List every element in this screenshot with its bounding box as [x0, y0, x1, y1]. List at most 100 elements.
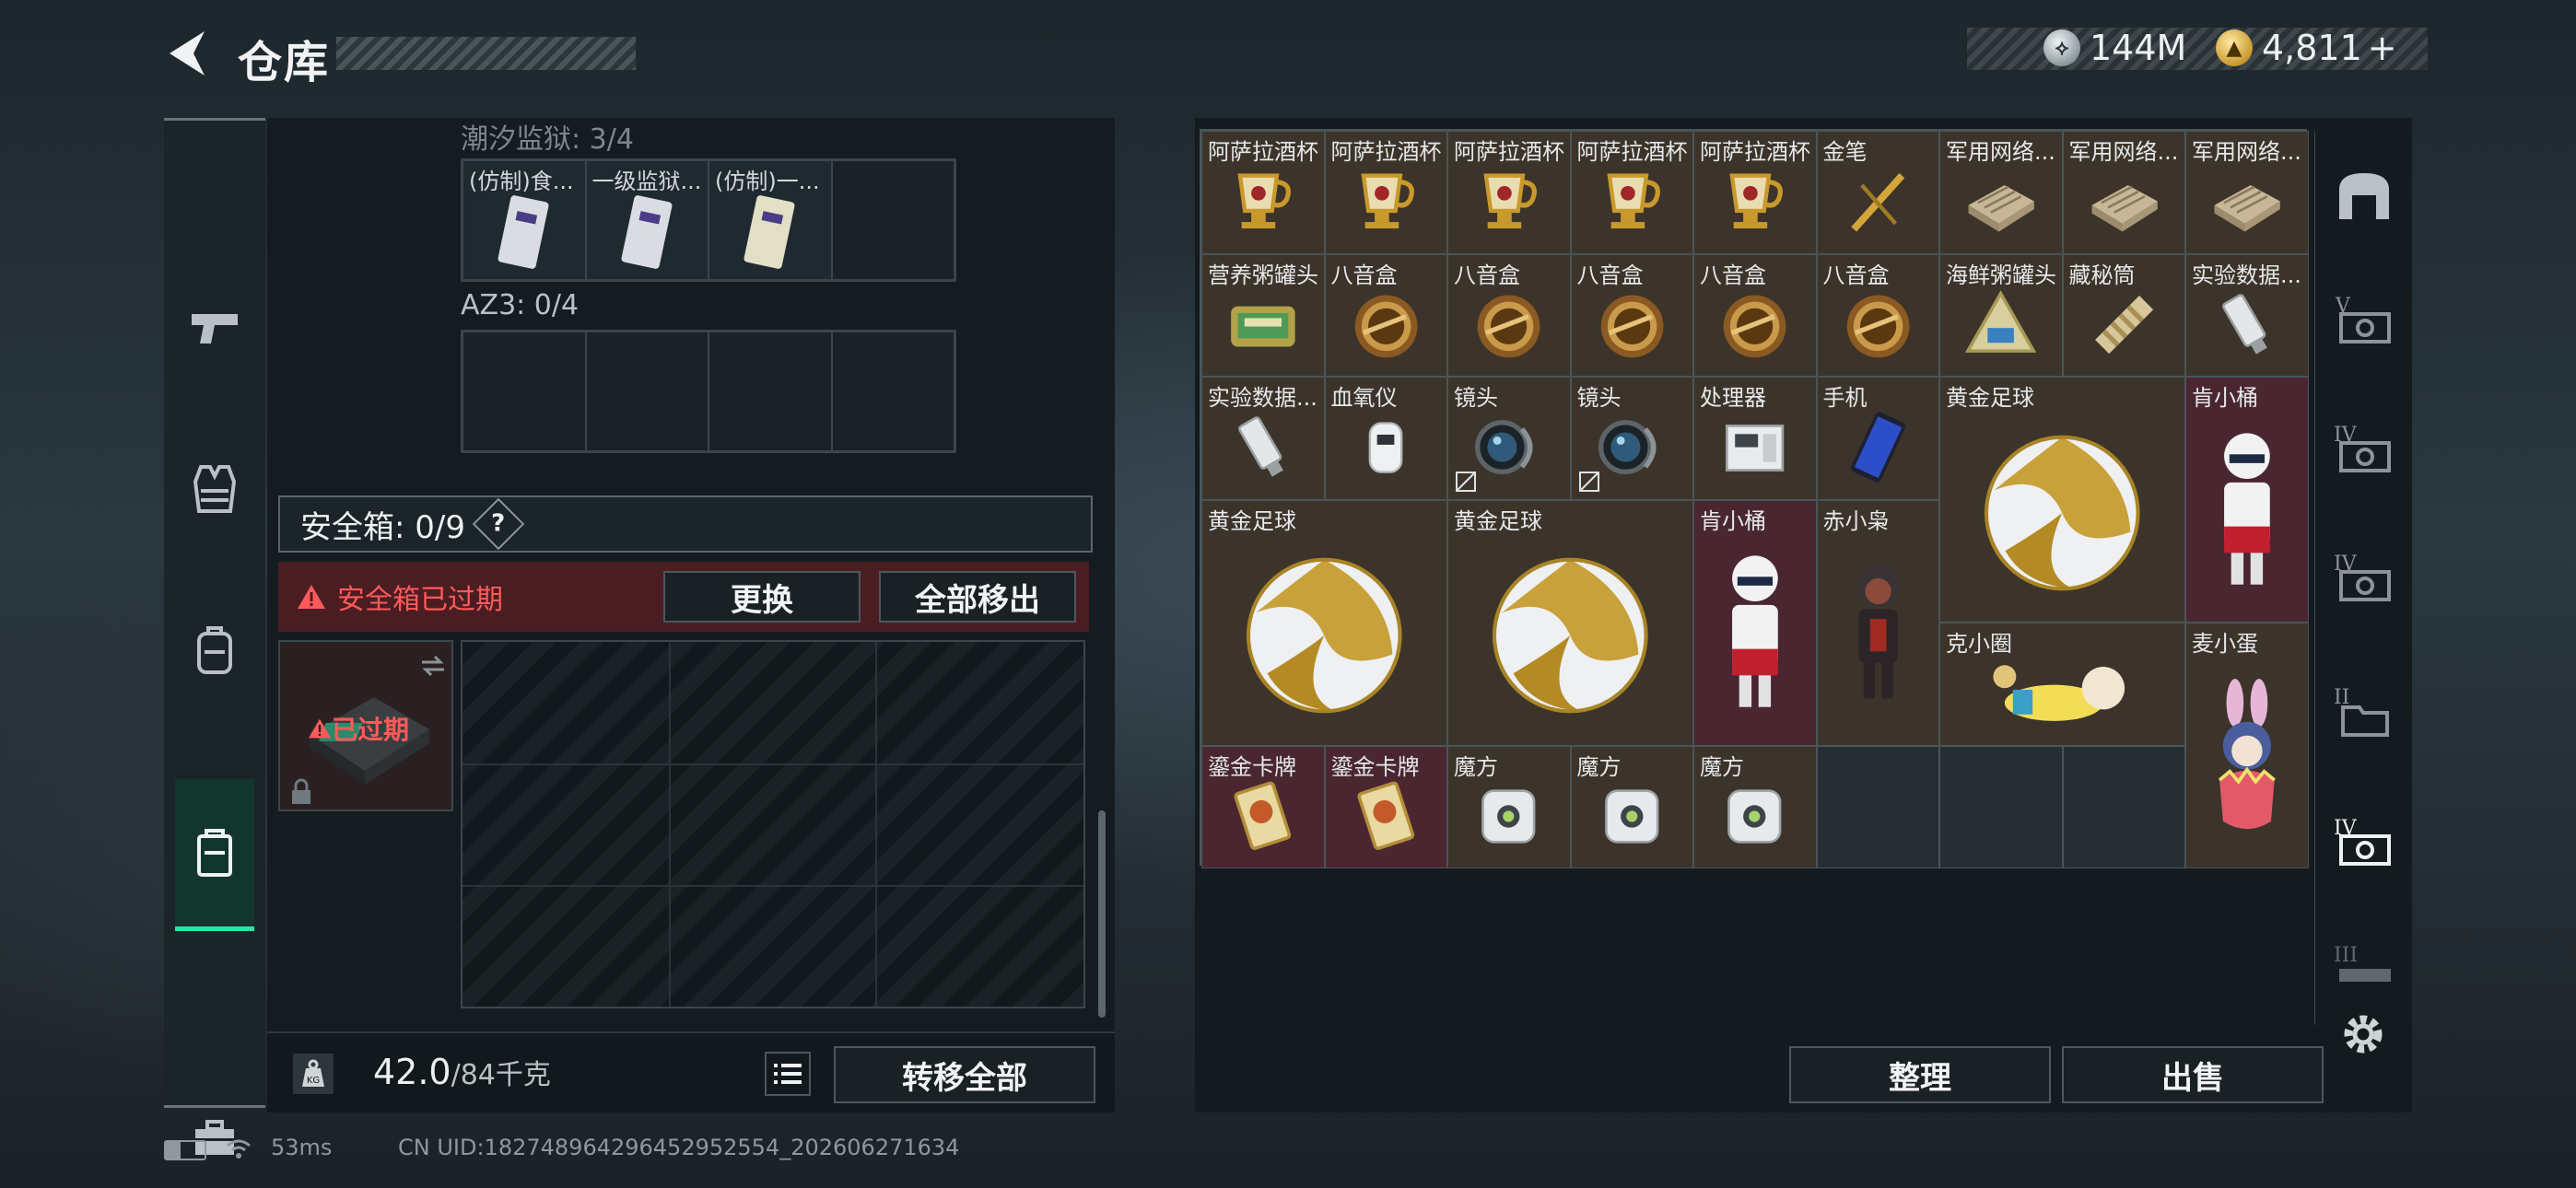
item-label: 海鲜粥罐头: [1946, 262, 2056, 288]
empty-slot[interactable]: [2062, 745, 2185, 868]
tidy-button[interactable]: 整理: [1789, 1046, 2051, 1103]
warehouse-item[interactable]: 魔方: [1447, 745, 1571, 868]
help-button[interactable]: ?: [472, 497, 525, 551]
item-label: 处理器: [1700, 385, 1766, 411]
uid-text: CN UID:18274896429645295​2554_2026062716…: [398, 1135, 960, 1160]
item-label: 鎏金卡牌: [1208, 753, 1296, 780]
safebox-item-card[interactable]: 已过期: [278, 640, 453, 811]
tab-storage-iv-b[interactable]: IV: [2332, 546, 2396, 611]
warehouse-item[interactable]: 实验数据...: [1201, 377, 1325, 500]
warehouse-item[interactable]: 军用网络...: [1939, 131, 2063, 254]
figure-egg-icon: [2186, 642, 2308, 868]
tidal-slot[interactable]: (仿制)一...: [708, 160, 832, 280]
list-view-button[interactable]: [765, 1052, 811, 1096]
move-all-out-button[interactable]: 全部移出: [879, 571, 1076, 623]
transfer-all-button[interactable]: 转移全部: [834, 1046, 1095, 1103]
warehouse-item[interactable]: 鎏金卡牌: [1201, 745, 1325, 868]
nav-armor[interactable]: [164, 420, 265, 558]
broken-icon: [1454, 470, 1478, 494]
item-label: 阿萨拉酒杯: [1208, 139, 1318, 165]
warehouse-item[interactable]: 赤小枭: [1816, 499, 1939, 746]
warehouse-item[interactable]: 海鲜粥罐头: [1939, 253, 2063, 377]
settings-button[interactable]: [2336, 1007, 2400, 1071]
warehouse-item[interactable]: 实验数据...: [2185, 253, 2309, 377]
warehouse-item[interactable]: 魔方: [1570, 745, 1693, 868]
warehouse-item[interactable]: 黄金足球: [1447, 499, 1693, 746]
warehouse-item[interactable]: 藏秘筒: [2062, 253, 2185, 377]
storage-iv-icon: IV: [2334, 553, 2391, 601]
ball-icon: [1448, 519, 1692, 745]
list-icon: [774, 1064, 802, 1084]
warehouse-item[interactable]: 手机: [1816, 377, 1939, 500]
az3-slots: [461, 330, 956, 453]
empty-slot[interactable]: [1816, 745, 1939, 868]
item-label: 血氧仪: [1330, 385, 1398, 411]
back-button[interactable]: [164, 28, 210, 79]
warehouse-item[interactable]: 八音盒: [1324, 253, 1447, 377]
az3-slot[interactable]: [831, 332, 954, 451]
warehouse-item[interactable]: 阿萨拉酒杯: [1570, 131, 1693, 254]
weight-max: /84千克: [451, 1059, 551, 1091]
warehouse-item[interactable]: 阿萨拉酒杯: [1693, 131, 1817, 254]
storage-ii-icon: II: [2334, 686, 2389, 737]
safebox-storage-grid[interactable]: [461, 640, 1085, 1008]
replace-button[interactable]: 更换: [663, 571, 861, 623]
tab-storage-home[interactable]: [2332, 164, 2396, 228]
nav-weapons[interactable]: [164, 259, 265, 397]
warehouse-item[interactable]: 阿萨拉酒杯: [1324, 131, 1447, 254]
left-scrollbar[interactable]: [1098, 810, 1106, 1018]
warehouse-item[interactable]: 军用网络...: [2185, 131, 2309, 254]
warehouse-item[interactable]: 麦小蛋: [2185, 623, 2309, 868]
az3-slot[interactable]: [585, 332, 708, 451]
weight-value: 42.0: [373, 1052, 451, 1092]
warehouse-item[interactable]: 肯小桶: [1693, 499, 1817, 746]
tidal-section-label: 潮汐监狱: 3/4: [461, 123, 634, 156]
warehouse-item[interactable]: 营养粥罐头: [1201, 253, 1325, 377]
warehouse-item[interactable]: 血氧仪: [1324, 377, 1447, 500]
weight-icon: KG: [293, 1054, 334, 1094]
warehouse-item[interactable]: 八音盒: [1570, 253, 1693, 377]
tab-storage-v[interactable]: V: [2332, 288, 2396, 353]
warehouse-item[interactable]: 魔方: [1693, 745, 1817, 868]
grid-divider: [875, 642, 877, 1007]
tidal-slots: (仿制)食... 一级监狱... (仿制)一...: [461, 158, 956, 282]
warehouse-item[interactable]: 镜头: [1447, 377, 1571, 500]
tab-storage-ii[interactable]: II: [2332, 680, 2396, 744]
item-label: 镜头: [1454, 385, 1498, 411]
nav-backpack[interactable]: [164, 581, 265, 719]
warehouse-item[interactable]: 镜头: [1570, 377, 1693, 500]
warehouse-item[interactable]: 肯小桶: [2185, 377, 2309, 623]
expired-tag-text: 已过期: [332, 715, 410, 745]
nav-toolbox[interactable]: [164, 1069, 265, 1188]
sell-button[interactable]: 出售: [2062, 1046, 2324, 1103]
item-label: 实验数据...: [2192, 262, 2301, 288]
az3-slot[interactable]: [463, 332, 586, 451]
warehouse-item[interactable]: 鎏金卡牌: [1324, 745, 1447, 868]
az3-slot[interactable]: [708, 332, 832, 451]
item-label: 阿萨拉酒杯: [1330, 139, 1442, 165]
warehouse-item[interactable]: 阿萨拉酒杯: [1447, 131, 1571, 254]
warehouse-item[interactable]: 军用网络...: [2062, 131, 2185, 254]
tidal-slot[interactable]: (仿制)食...: [463, 160, 586, 280]
tab-storage-iv-a[interactable]: IV: [2332, 417, 2396, 482]
warehouse-item[interactable]: 黄金足球: [1939, 377, 2185, 623]
vest-icon: [193, 465, 237, 513]
warehouse-item[interactable]: 八音盒: [1447, 253, 1571, 377]
warehouse-item[interactable]: 阿萨拉酒杯: [1201, 131, 1325, 254]
tidal-slot-empty[interactable]: [831, 160, 954, 280]
item-label: 八音盒: [1576, 262, 1644, 288]
tidal-slot[interactable]: 一级监狱...: [585, 160, 708, 280]
add-currency-button[interactable]: +: [2368, 28, 2397, 68]
warehouse-item[interactable]: 金笔: [1816, 131, 1939, 254]
empty-slot[interactable]: [1939, 745, 2063, 868]
warehouse-item[interactable]: 黄金足球: [1201, 499, 1447, 746]
warehouse-item[interactable]: 八音盒: [1816, 253, 1939, 377]
warehouse-item[interactable]: 八音盒: [1693, 253, 1817, 377]
item-label: 八音盒: [1700, 262, 1766, 288]
nav-safebox[interactable]: [175, 779, 254, 931]
tab-storage-iii[interactable]: III: [2332, 938, 2396, 1002]
item-label: 军用网络...: [2068, 139, 2179, 165]
warehouse-item[interactable]: 克小圈: [1939, 623, 2185, 746]
warehouse-item[interactable]: 处理器: [1693, 377, 1817, 500]
tab-storage-iv-active[interactable]: IV: [2332, 810, 2396, 875]
